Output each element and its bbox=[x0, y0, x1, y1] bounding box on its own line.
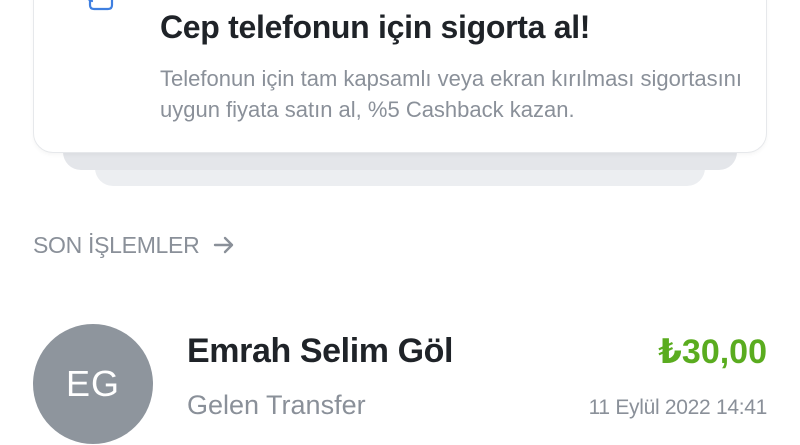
phone-shield-icon bbox=[78, 0, 114, 23]
transaction-name: Emrah Selim Göl bbox=[187, 332, 454, 370]
transaction-row[interactable]: EG Emrah Selim Göl Gelen Transfer ₺30,00… bbox=[33, 318, 767, 445]
arrow-right-icon bbox=[213, 234, 235, 256]
promo-description: Telefonun için tam kapsamlı veya ekran k… bbox=[160, 66, 743, 122]
section-title: SON İŞLEMLER bbox=[33, 231, 200, 258]
insurance-promo-card[interactable]: Cep telefonun için sigorta al! Telefonun… bbox=[33, 0, 767, 153]
transaction-amount: ₺30,00 bbox=[658, 333, 767, 371]
avatar: EG bbox=[33, 324, 153, 444]
transaction-type: Gelen Transfer bbox=[187, 390, 366, 420]
recent-transactions-header[interactable]: SON İŞLEMLER bbox=[33, 230, 235, 260]
promo-title: Cep telefonun için sigorta al! bbox=[160, 9, 591, 45]
transaction-date: 11 Eylül 2022 14:41 bbox=[588, 396, 768, 419]
page: Cep telefonun için sigorta al! Telefonun… bbox=[0, 0, 800, 445]
